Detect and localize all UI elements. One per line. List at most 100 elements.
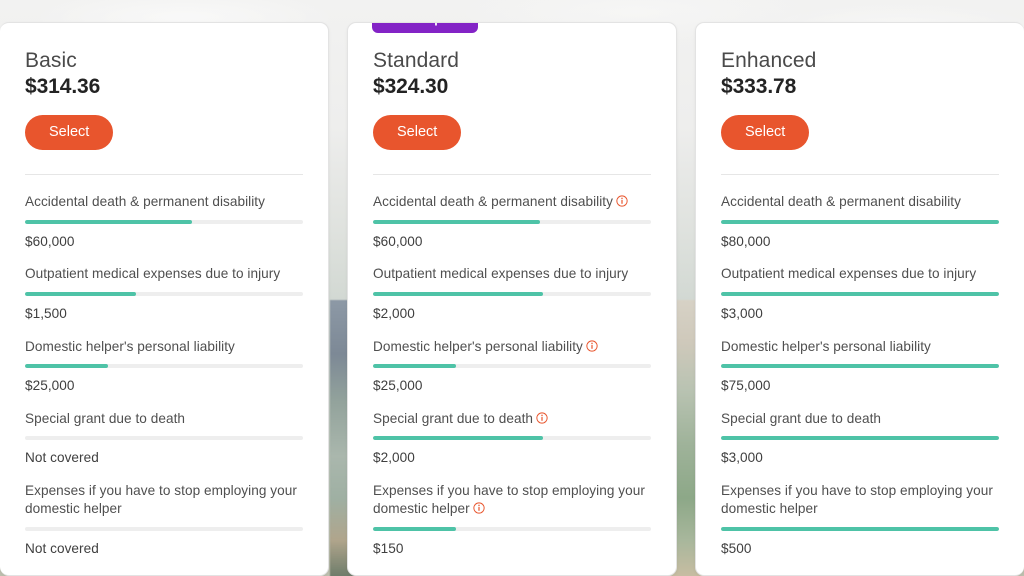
benefit-bar-fill — [721, 364, 999, 369]
benefit-bar-track — [25, 436, 303, 441]
benefit-value: $3,000 — [721, 305, 763, 321]
benefit-value: $25,000 — [25, 378, 75, 394]
benefit-label: Outpatient medical expenses due to injur… — [25, 265, 303, 283]
plan-name: Basic — [25, 49, 77, 72]
benefit-bar-fill — [25, 291, 137, 296]
benefit-bar-track — [373, 436, 651, 441]
benefit-bar-fill — [373, 526, 457, 531]
benefit-value: $75,000 — [721, 378, 771, 394]
benefit-row: Wages compensationNot covered — [25, 558, 303, 575]
benefit-row: Special grant due to death Not covered — [25, 395, 303, 467]
benefit-bar-track — [721, 219, 999, 224]
most-popular-badge: Most Popular — [372, 23, 479, 33]
benefit-bar-fill — [721, 526, 999, 531]
benefit-label: Expenses if you have to stop employing y… — [373, 482, 651, 519]
benefit-row: Domestic helper's personal liability $25,… — [25, 323, 303, 395]
benefit-bar-track — [373, 364, 651, 369]
benefit-label-text: Outpatient medical expenses due to injur… — [373, 266, 629, 282]
benefit-bar-track — [25, 526, 303, 531]
benefit-label-text: Special grant due to death — [721, 410, 882, 426]
select-button[interactable]: Select — [721, 114, 810, 151]
pricing-card-basic: Basic $314.36 Select Accidental death & per… — [0, 22, 329, 576]
benefit-row: Outpatient medical expenses due to injur… — [373, 250, 651, 322]
benefit-bar-fill — [373, 436, 543, 441]
plan-name: Standard — [373, 49, 460, 72]
benefit-label-text: Outpatient medical expenses due to injur… — [25, 266, 281, 282]
benefit-label: Outpatient medical expenses due to injur… — [721, 265, 999, 283]
pricing-plan-list: Basic $314.36 Select Accidental death & per… — [0, 0, 1024, 576]
benefit-value: $1,500 — [25, 305, 67, 321]
benefit-bar-fill — [373, 219, 540, 224]
plan-name: Enhanced — [721, 49, 817, 72]
benefit-row: Domestic helper's personal liability $25,… — [373, 323, 651, 395]
benefit-bar-fill — [373, 364, 457, 369]
benefit-label: Special grant due to death — [25, 410, 303, 428]
benefit-label-text: Domestic helper's personal liability — [721, 338, 931, 354]
benefit-bar-track — [373, 291, 651, 296]
benefit-value: Not covered — [25, 540, 99, 556]
benefit-label: Wages compensation — [25, 573, 303, 575]
benefit-value: $80,000 — [721, 233, 771, 249]
pricing-card-standard: Most Popular Standard$324.30 Select Acciden… — [347, 22, 677, 576]
benefit-row: Accidental death & permanent disability $… — [373, 178, 651, 250]
benefit-label: Outpatient medical expenses due to injur… — [373, 265, 651, 283]
benefit-value: $25,000 — [373, 378, 423, 394]
benefit-label: Special grant due to death — [721, 410, 999, 428]
benefit-label: Accidental death & permanent disability — [373, 193, 651, 211]
benefit-value: Not covered — [25, 450, 99, 466]
benefit-bar-track — [373, 219, 651, 224]
plan-price: $324.30 — [373, 74, 449, 98]
benefit-bar-track — [721, 436, 999, 441]
benefit-label-text: Expenses if you have to stop employing y… — [373, 482, 645, 517]
benefit-bar-track — [721, 364, 999, 369]
benefit-label: Domestic helper's personal liability — [373, 338, 651, 356]
benefit-label: Domestic helper's personal liability — [721, 338, 999, 356]
benefit-value: $60,000 — [25, 233, 75, 249]
benefit-row: Accidental death & permanent disability $… — [25, 178, 303, 250]
benefit-label-text: Special grant due to death — [373, 410, 534, 426]
pricing-card-enhanced: Enhanced $333.78 Select Accidental death & … — [695, 22, 1024, 576]
benefit-row: Expenses if you have to stop employing y… — [25, 467, 303, 558]
plan-price: $333.78 — [721, 74, 797, 98]
info-icon[interactable] — [586, 339, 598, 352]
info-icon[interactable] — [536, 412, 548, 424]
benefit-bar-track — [721, 526, 999, 531]
benefit-label-text: Accidental death & permanent disability — [25, 194, 265, 210]
benefit-bar-fill — [25, 364, 109, 369]
info-icon[interactable] — [473, 502, 485, 514]
benefit-label: Wages compensation — [721, 573, 999, 575]
benefit-row: Outpatient medical expenses due to injur… — [721, 250, 999, 322]
benefit-value: $150 — [373, 540, 404, 556]
info-icon[interactable] — [616, 195, 628, 207]
select-button[interactable]: Select — [25, 114, 114, 151]
benefit-label: Expenses if you have to stop employing y… — [25, 482, 303, 519]
benefit-label: Wages compensation — [373, 573, 651, 575]
benefit-value: $2,000 — [373, 450, 415, 466]
benefit-label-text: Accidental death & permanent disability — [373, 194, 613, 210]
benefit-row: Wages compensation$35/day (up to 30 days… — [721, 558, 999, 575]
benefit-bar-track — [25, 219, 303, 224]
benefit-row: Domestic helper's personal liability $75,… — [721, 323, 999, 395]
benefit-label: Accidental death & permanent disability — [721, 193, 999, 211]
benefit-bar-fill — [721, 291, 999, 296]
benefit-label-text: Domestic helper's personal liability — [25, 338, 235, 354]
benefit-bar-fill — [25, 219, 192, 224]
benefit-label-text: Special grant due to death — [25, 410, 186, 426]
benefit-bar-fill — [721, 219, 999, 224]
benefit-bar-track — [25, 291, 303, 296]
benefit-bar-track — [25, 364, 303, 369]
benefit-bar-fill — [721, 436, 999, 441]
benefit-row: Expenses if you have to stop employing y… — [721, 467, 999, 558]
benefit-value: $60,000 — [373, 233, 423, 249]
benefit-label: Special grant due to death — [373, 410, 651, 428]
select-button[interactable]: Select — [373, 114, 462, 151]
benefit-row: Special grant due to death $2,000 — [373, 395, 651, 467]
plan-price: $314.36 — [25, 74, 101, 98]
benefit-value: $3,000 — [721, 450, 763, 466]
benefit-row: Special grant due to death $3,000 — [721, 395, 999, 467]
benefit-value: $2,000 — [373, 305, 415, 321]
benefit-row: Expenses if you have to stop employing y… — [373, 467, 651, 558]
card-divider — [721, 174, 999, 176]
card-divider — [373, 174, 651, 176]
benefit-list: Accidental death & permanent disability $… — [25, 178, 303, 575]
